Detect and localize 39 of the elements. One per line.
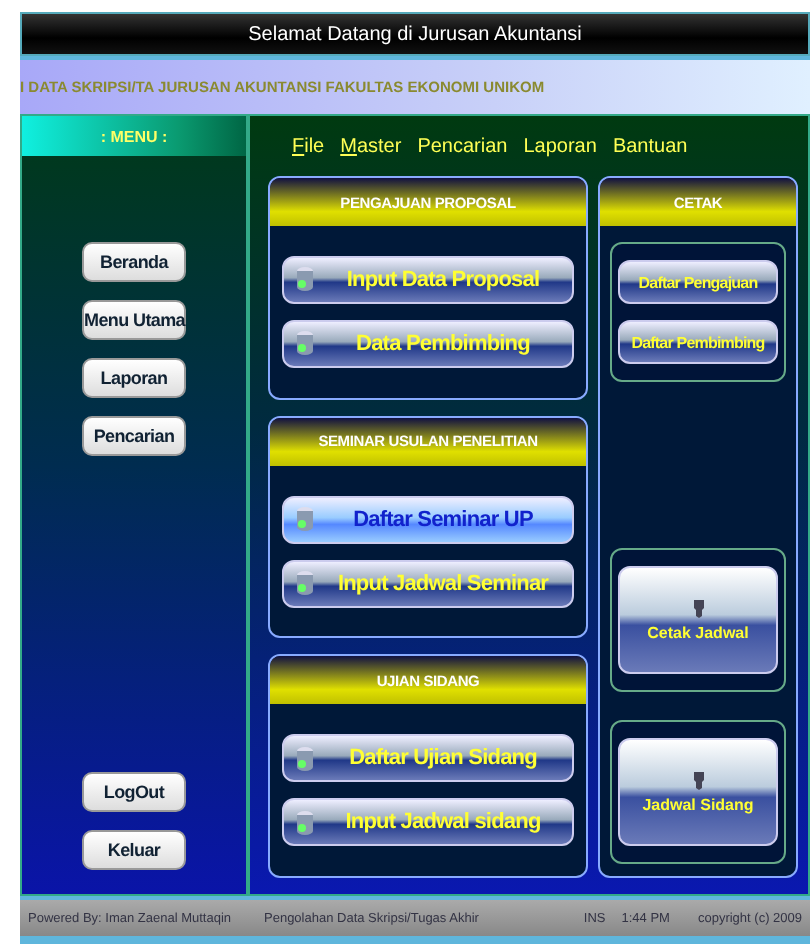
action-button[interactable]: Input Jadwal Seminar — [282, 559, 574, 607]
print-button[interactable]: Cetak Jadwal — [618, 566, 778, 674]
cylinder-icon — [296, 570, 314, 596]
cylinder-icon — [296, 809, 314, 836]
button-label: Input Jadwal sidang — [343, 810, 543, 835]
window-title: Selamat Datang di Jurusan Akuntansi — [20, 12, 810, 56]
sidebar-button[interactable]: LogOut — [82, 772, 186, 812]
button-label: Daftar Ujian Sidang — [347, 746, 539, 771]
action-button[interactable]: Daftar Ujian Sidang — [282, 734, 574, 783]
button-label: Input Data Proposal — [344, 267, 542, 292]
action-button[interactable]: Daftar Seminar UP — [282, 495, 574, 543]
pin-icon — [691, 770, 705, 790]
cylinder-icon — [296, 266, 314, 293]
menu-item[interactable]: Bantuan — [612, 135, 688, 157]
print-button[interactable]: Daftar Pembimbing — [618, 320, 778, 364]
sidebar-button[interactable]: Beranda — [82, 242, 186, 282]
menu-item[interactable]: Laporan — [523, 135, 597, 157]
menu-item[interactable]: Pencarian — [417, 135, 508, 157]
button-label: Jadwal Sidang — [642, 796, 754, 814]
cylinder-icon — [296, 506, 314, 532]
sidebar-button[interactable]: Pencarian — [82, 416, 186, 456]
menu-item[interactable]: Master — [340, 135, 402, 157]
pin-icon — [691, 598, 705, 618]
sidebar-button[interactable]: Menu Utama — [82, 300, 186, 340]
menu-title: : MENU : — [22, 116, 246, 156]
cylinder-icon — [296, 330, 314, 357]
action-button[interactable]: Data Pembimbing — [282, 319, 574, 368]
button-label: Daftar Seminar UP — [351, 507, 535, 531]
action-button[interactable]: Input Jadwal sidang — [282, 798, 574, 847]
button-label: Cetak Jadwal — [647, 624, 749, 642]
print-button[interactable]: Jadwal Sidang — [618, 738, 778, 846]
button-label: Data Pembimbing — [354, 331, 532, 356]
menu-item[interactable]: File — [292, 135, 325, 157]
button-label: Input Jadwal Seminar — [335, 571, 551, 595]
sidebar-button[interactable]: Laporan — [82, 358, 186, 398]
print-button[interactable]: Daftar Pengajuan — [618, 260, 778, 304]
sidebar-button[interactable]: Keluar — [82, 830, 186, 870]
cylinder-icon — [296, 745, 314, 772]
action-button[interactable]: Input Data Proposal — [282, 255, 574, 304]
